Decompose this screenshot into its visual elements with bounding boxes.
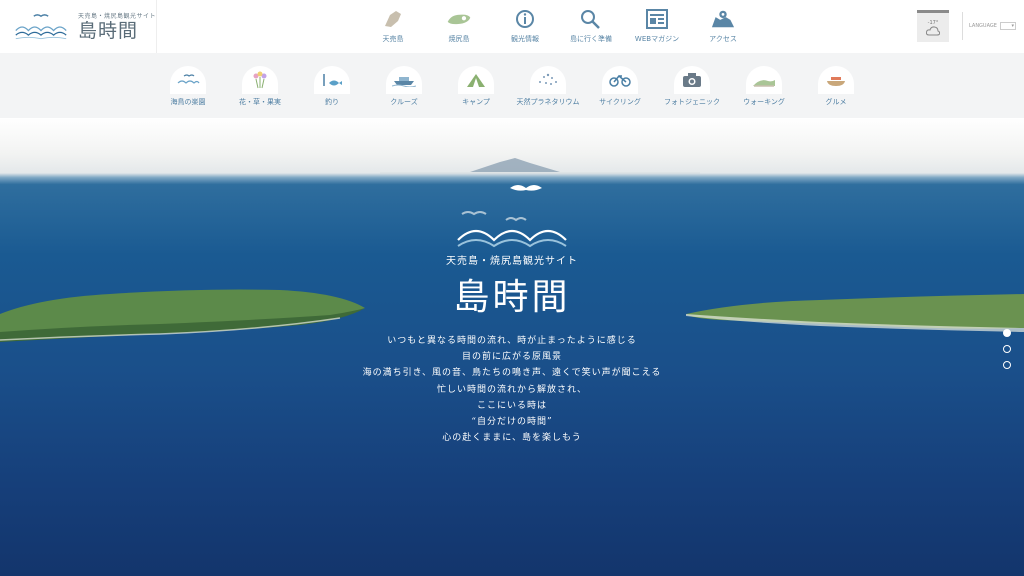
- bicycle-icon: [602, 66, 638, 94]
- site-header: 天売島・焼尻島観光サイト 島時間 天売島 焼尻島 観光情報 島に行く準備 WEB…: [0, 0, 1024, 53]
- category-label: 花・草・果実: [239, 98, 281, 106]
- seabird-icon: [170, 66, 206, 94]
- category-camp[interactable]: キャンプ: [440, 66, 512, 107]
- category-cycling[interactable]: サイクリング: [584, 66, 656, 107]
- nav-access[interactable]: アクセス: [690, 0, 756, 53]
- map-icon: [711, 8, 735, 30]
- category-label: グルメ: [825, 98, 847, 106]
- slide-dot-2[interactable]: [1003, 345, 1011, 353]
- category-walking[interactable]: ウォーキング: [728, 66, 800, 107]
- gourmet-icon: [818, 66, 854, 94]
- category-bar: 海鳥の楽園 花・草・果実 釣り クルーズ キャンプ 天然プラネタリウム サイクリ…: [0, 53, 1024, 118]
- nav-label: アクセス: [709, 35, 737, 43]
- teuri-island-icon: [381, 8, 405, 30]
- search-icon: [579, 8, 603, 30]
- category-gourmet[interactable]: グルメ: [800, 66, 872, 107]
- nav-label: 観光情報: [511, 35, 539, 43]
- info-icon: [513, 8, 537, 30]
- category-cruise[interactable]: クルーズ: [368, 66, 440, 107]
- category-label: ウォーキング: [743, 98, 785, 106]
- logo-title: 島時間: [77, 20, 138, 42]
- category-label: クルーズ: [390, 98, 418, 106]
- nav-label: WEBマガジン: [634, 35, 680, 43]
- slide-dot-1[interactable]: [1003, 329, 1011, 337]
- poem-line: ここにいる時は: [476, 400, 547, 411]
- nav-teuri[interactable]: 天売島: [360, 0, 426, 53]
- category-label: フォトジェニック: [664, 98, 720, 106]
- cloud-icon: [926, 25, 940, 35]
- nav-label: 島に行く準備: [570, 35, 612, 43]
- hero-poem: いつもと異なる時間の流れ、時が止まったように感じる 目の前に広がる原風景 海の満…: [0, 333, 1024, 446]
- category-label: 海鳥の楽園: [170, 98, 206, 106]
- language-label: LANGUAGE: [969, 23, 997, 29]
- flower-icon: [242, 66, 278, 94]
- hero-content: 天売島・焼尻島観光サイト 島時間 いつもと異なる時間の流れ、時が止まったように感…: [0, 118, 1024, 576]
- category-flowers[interactable]: 花・草・果実: [224, 66, 296, 107]
- nav-label: 天売島: [382, 35, 404, 43]
- camera-icon: [674, 66, 710, 94]
- nav-label: 焼尻島: [448, 35, 470, 43]
- poem-line: “自分だけの時間”: [471, 417, 553, 428]
- hero-image: 天売島・焼尻島観光サイト 島時間 いつもと異なる時間の流れ、時が止まったように感…: [0, 118, 1024, 576]
- fishing-icon: [314, 66, 350, 94]
- category-fishing[interactable]: 釣り: [296, 66, 368, 107]
- poem-line: いつもと異なる時間の流れ、時が止まったように感じる: [387, 336, 637, 346]
- category-label: キャンプ: [462, 98, 490, 106]
- nav-web-magazine[interactable]: WEBマガジン: [624, 0, 690, 53]
- yagishiri-island-icon: [447, 8, 471, 30]
- nav-tourist-info[interactable]: 観光情報: [492, 0, 558, 53]
- category-photogenic[interactable]: フォトジェニック: [656, 66, 728, 107]
- nav-yagishiri[interactable]: 焼尻島: [426, 0, 492, 53]
- category-planetarium[interactable]: 天然プラネタリウム: [512, 66, 584, 107]
- magazine-icon: [645, 8, 669, 30]
- weather-widget[interactable]: -17°: [917, 10, 949, 42]
- poem-line: 心の赴くままに、島を楽しもう: [442, 433, 582, 444]
- category-label: 天然プラネタリウム: [516, 98, 580, 106]
- seagull-waves-logo-icon: [15, 13, 67, 39]
- camp-icon: [458, 66, 494, 94]
- slider-pagination: [1003, 329, 1011, 377]
- poem-line: 目の前に広がる原風景: [461, 352, 562, 363]
- logo-subtitle: 天売島・焼尻島観光サイト: [77, 13, 156, 20]
- poem-line: 忙しい時間の流れから解放され、: [436, 384, 588, 395]
- category-seabird[interactable]: 海鳥の楽園: [152, 66, 224, 107]
- category-label: サイクリング: [599, 98, 641, 106]
- slide-dot-3[interactable]: [1003, 361, 1011, 369]
- top-navigation: 天売島 焼尻島 観光情報 島に行く準備 WEBマガジン アクセス: [360, 0, 756, 53]
- hero-title: 島時間: [453, 277, 571, 318]
- nav-preparation[interactable]: 島に行く準備: [558, 0, 624, 53]
- category-label: 釣り: [325, 98, 339, 106]
- language-selector[interactable]: LANGUAGE ▾: [962, 12, 1018, 40]
- language-dropdown[interactable]: ▾: [999, 22, 1016, 30]
- hero-subtitle: 天売島・焼尻島観光サイト: [446, 256, 578, 267]
- cruise-icon: [386, 66, 422, 94]
- poem-line: 海の満ち引き、風の音、鳥たちの鳴き声、遠くで笑い声が聞こえる: [362, 368, 662, 379]
- site-logo[interactable]: 天売島・焼尻島観光サイト 島時間: [0, 0, 157, 53]
- stars-icon: [530, 66, 566, 94]
- walking-icon: [746, 66, 782, 94]
